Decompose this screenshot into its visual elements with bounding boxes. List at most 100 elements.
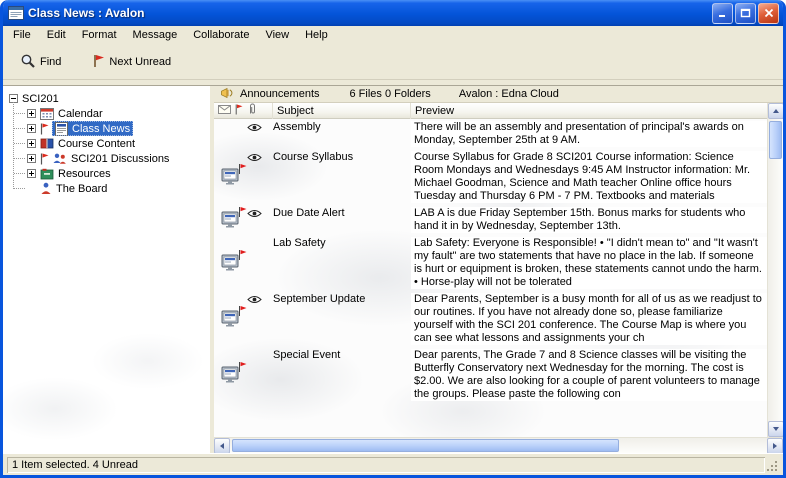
tree-item-label: The Board [56, 183, 107, 195]
expand-toggle-icon[interactable] [27, 169, 36, 178]
column-headers: Subject Preview [214, 103, 767, 119]
message-icon [221, 254, 240, 272]
message-preview: Lab Safety: Everyone is Responsible! • "… [411, 237, 767, 289]
tree-item-the-board[interactable]: The Board [27, 181, 210, 196]
scroll-right-button[interactable] [767, 438, 783, 454]
message-row-assembly[interactable]: Assembly There will be an assembly and p… [214, 119, 767, 149]
tree-item-class-news[interactable]: Class News [27, 121, 210, 136]
message-icon [221, 310, 240, 328]
tree-item-label: Calendar [58, 108, 103, 120]
message-subject: September Update [273, 293, 411, 306]
resources-icon [40, 168, 54, 180]
tree-children: Calendar Class News Course Content [9, 106, 210, 196]
status-text: 1 Item selected. 4 Unread [12, 459, 138, 471]
vertical-scroll-thumb[interactable] [769, 121, 782, 159]
message-icon [221, 211, 240, 229]
vertical-scroll-track[interactable] [768, 119, 783, 421]
discussion-icon [52, 152, 67, 165]
subject-column-header[interactable]: Subject [273, 103, 411, 119]
message-preview: There will be an assembly and presentati… [411, 121, 767, 147]
folder-tree: SCI201 Calendar Class News [3, 86, 210, 453]
next-unread-button[interactable]: Next Unread [88, 51, 176, 74]
unread-flag-icon [40, 153, 49, 165]
expand-toggle-icon[interactable] [27, 109, 36, 118]
preview-column-header[interactable]: Preview [411, 103, 767, 119]
message-panel: Announcements 6 Files 0 Folders Avalon :… [214, 86, 783, 453]
main-area: SCI201 Calendar Class News [3, 85, 783, 453]
calendar-icon [40, 107, 54, 120]
next-unread-label: Next Unread [109, 56, 171, 68]
viewed-cell [247, 207, 273, 221]
conference-title: Announcements [240, 88, 320, 100]
arrow-right-icon [773, 443, 780, 449]
menu-bar: File Edit Format Message Collaborate Vie… [3, 26, 783, 45]
expand-toggle-icon[interactable] [27, 124, 36, 133]
status-field: 1 Item selected. 4 Unread [7, 457, 765, 473]
unread-flag-icon [238, 305, 247, 317]
expand-toggle-icon[interactable] [27, 154, 36, 163]
flag-icon [235, 104, 243, 118]
tree-item-calendar[interactable]: Calendar [27, 106, 210, 121]
menu-help[interactable]: Help [297, 26, 336, 45]
horizontal-scrollbar[interactable] [214, 437, 783, 453]
message-icon-cell [214, 293, 247, 345]
unread-flag-icon [238, 361, 247, 373]
arrow-up-icon [773, 106, 779, 113]
menu-view[interactable]: View [257, 26, 297, 45]
tree-item-sci201[interactable]: SCI201 [9, 91, 210, 106]
tree-item-resources[interactable]: Resources [27, 166, 210, 181]
message-subject: Special Event [273, 349, 411, 362]
arrow-left-icon [217, 443, 224, 449]
expand-toggle-icon[interactable] [27, 139, 36, 148]
scroll-down-button[interactable] [768, 421, 784, 437]
vertical-scrollbar[interactable] [767, 103, 783, 437]
viewed-cell [247, 237, 273, 239]
message-icon-cell [214, 349, 247, 401]
icon-columns-header[interactable] [214, 103, 273, 119]
menu-collaborate[interactable]: Collaborate [185, 26, 257, 45]
tree-item-sci201-discussions[interactable]: SCI201 Discussions [27, 151, 210, 166]
find-button[interactable]: Find [15, 50, 66, 75]
message-row-due-date-alert[interactable]: Due Date Alert LAB A is due Friday Septe… [214, 205, 767, 235]
message-subject: Course Syllabus [273, 151, 411, 164]
file-folder-counts: 6 Files 0 Folders [350, 88, 431, 100]
viewed-cell [247, 349, 273, 351]
message-icon [221, 366, 240, 384]
person-icon [40, 182, 52, 195]
resize-grip[interactable] [765, 457, 779, 473]
unread-flag-icon [238, 163, 247, 175]
tree-item-label: Course Content [58, 138, 135, 150]
menu-edit[interactable]: Edit [39, 26, 74, 45]
tree-item-label: SCI201 Discussions [71, 153, 169, 165]
message-subject: Due Date Alert [273, 207, 411, 220]
close-button[interactable] [758, 3, 779, 24]
tree-item-course-content[interactable]: Course Content [27, 136, 210, 151]
minimize-button[interactable] [712, 3, 733, 24]
menu-format[interactable]: Format [74, 26, 125, 45]
title-bar[interactable]: Class News : Avalon [3, 0, 783, 26]
red-flag-icon [93, 54, 105, 71]
menu-file[interactable]: File [5, 26, 39, 45]
window-title: Class News : Avalon [28, 6, 710, 20]
message-row-september-update[interactable]: September Update Dear Parents, September… [214, 291, 767, 347]
maximize-button[interactable] [735, 3, 756, 24]
viewed-eye-icon [247, 153, 262, 165]
viewed-eye-icon [247, 209, 262, 221]
scroll-left-button[interactable] [214, 438, 230, 454]
selected-tree-item: Class News [52, 121, 133, 136]
menu-message[interactable]: Message [125, 26, 186, 45]
unread-flag-icon [40, 123, 49, 135]
viewed-cell [247, 121, 273, 135]
message-row-course-syllabus[interactable]: Course Syllabus Course Syllabus for Grad… [214, 149, 767, 205]
message-row-special-event[interactable]: Special Event Dear parents, The Grade 7 … [214, 347, 767, 403]
list-body: Subject Preview Assembly There will be a… [214, 103, 783, 437]
viewed-eye-icon [247, 295, 262, 307]
message-icon-cell [214, 151, 247, 203]
horizontal-scroll-thumb[interactable] [232, 439, 619, 452]
message-icon-cell [214, 237, 247, 289]
horizontal-scroll-track[interactable] [230, 438, 767, 453]
magnifier-icon [20, 53, 36, 72]
scroll-up-button[interactable] [768, 103, 784, 119]
tree-guide-line [13, 102, 14, 189]
message-row-lab-safety[interactable]: Lab Safety Lab Safety: Everyone is Respo… [214, 235, 767, 291]
